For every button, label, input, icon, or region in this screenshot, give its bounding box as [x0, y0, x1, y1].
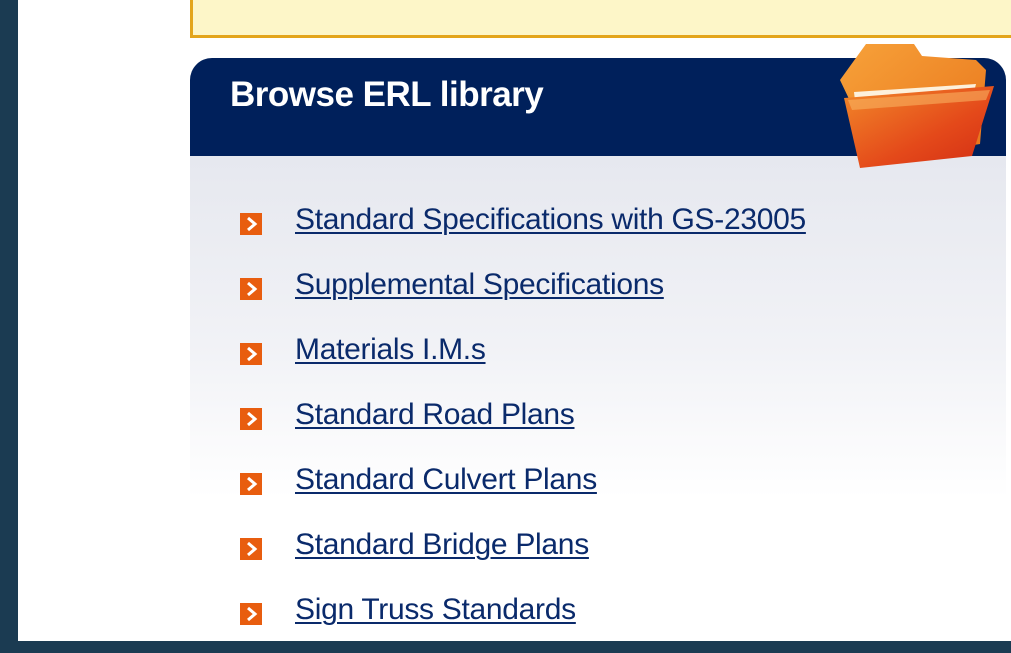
- link-supplemental-specifications[interactable]: Supplemental Specifications: [295, 263, 664, 307]
- arrow-right-icon: [240, 408, 262, 430]
- arrow-right-icon: [240, 278, 262, 300]
- list-item: Materials I.M.s: [240, 328, 806, 393]
- list-item: Standard Road Plans: [240, 393, 806, 458]
- arrow-right-icon: [240, 343, 262, 365]
- arrow-right-icon: [240, 213, 262, 235]
- library-link-list: Standard Specifications with GS-23005 Su…: [240, 198, 806, 653]
- arrow-right-icon: [240, 603, 262, 625]
- notice-box: [190, 0, 1011, 38]
- page-content: Browse ERL library Standard Specificatio…: [18, 0, 1011, 641]
- list-item: Supplemental Specifications: [240, 263, 806, 328]
- link-sign-truss-standards[interactable]: Sign Truss Standards: [295, 588, 576, 632]
- list-item: Sign Truss Standards: [240, 588, 806, 653]
- arrow-right-icon: [240, 473, 262, 495]
- panel-title: Browse ERL library: [230, 75, 544, 114]
- link-standard-road-plans[interactable]: Standard Road Plans: [295, 393, 575, 437]
- list-item: Standard Culvert Plans: [240, 458, 806, 523]
- list-item: Standard Bridge Plans: [240, 523, 806, 588]
- list-item: Standard Specifications with GS-23005: [240, 198, 806, 263]
- arrow-right-icon: [240, 538, 262, 560]
- link-standard-bridge-plans[interactable]: Standard Bridge Plans: [295, 523, 589, 567]
- folder-icon: [840, 44, 994, 168]
- link-standard-culvert-plans[interactable]: Standard Culvert Plans: [295, 458, 597, 502]
- link-standard-specifications[interactable]: Standard Specifications with GS-23005: [295, 198, 806, 242]
- link-materials-ims[interactable]: Materials I.M.s: [295, 328, 486, 372]
